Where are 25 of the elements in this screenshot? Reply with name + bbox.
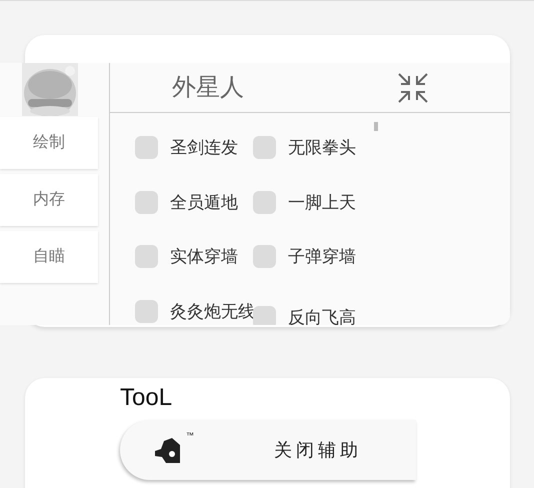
option-label: 全员遁地 xyxy=(170,192,238,214)
checkbox[interactable] xyxy=(135,136,158,160)
option-label: 实体穿墙 xyxy=(170,246,238,268)
trademark: ™ xyxy=(186,430,194,442)
menu-tab[interactable]: 内存 xyxy=(0,174,98,226)
option-label: 无限拳头 xyxy=(288,137,356,159)
option-label: 圣剑连发 xyxy=(170,137,238,159)
checkbox[interactable] xyxy=(253,245,276,268)
option-label: 一脚上天 xyxy=(288,192,356,214)
scrollbar xyxy=(374,122,378,131)
checkbox[interactable] xyxy=(253,136,276,160)
checkbox[interactable] xyxy=(135,245,158,268)
option-label: 子弹穿墙 xyxy=(288,246,356,268)
checkbox[interactable] xyxy=(253,306,276,325)
option-label: 灸灸炮无线 xyxy=(170,300,255,322)
card-title: TooL xyxy=(120,383,174,413)
menu-tab[interactable]: 自瞄 xyxy=(0,231,98,283)
checkbox[interactable] xyxy=(135,300,158,323)
close-assist-button[interactable]: ™ 关闭辅助 xyxy=(120,420,416,480)
checkbox[interactable] xyxy=(135,190,158,214)
collapse-icon[interactable] xyxy=(396,70,430,104)
checkbox[interactable] xyxy=(253,190,276,214)
panel-title: 外星人 xyxy=(172,72,244,102)
option-label: 反向飞高 xyxy=(288,306,356,325)
menu-tab[interactable]: 绘制 xyxy=(0,117,98,169)
